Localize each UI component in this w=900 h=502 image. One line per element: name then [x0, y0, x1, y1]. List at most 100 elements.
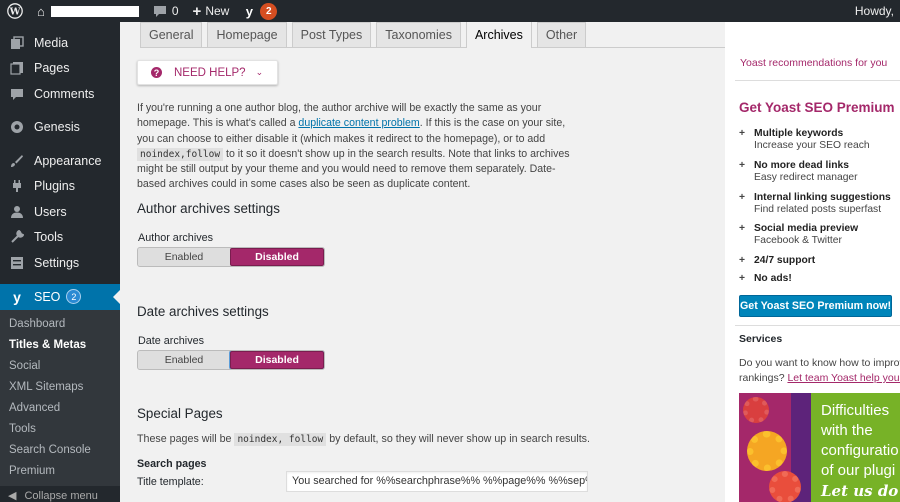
banner-cta: Let us do i [821, 482, 900, 500]
date-archives-heading: Date archives settings [137, 304, 269, 319]
submenu-dashboard[interactable]: Dashboard [0, 314, 120, 335]
team-yoast-link[interactable]: Let team Yoast help you! [787, 372, 900, 384]
tab-other[interactable]: Other [536, 22, 587, 47]
tab-homepage[interactable]: Homepage [207, 22, 287, 47]
tab-archives[interactable]: Archives [465, 22, 532, 48]
services-text-2: rankings? [739, 372, 788, 384]
feature-sub: Increase your SEO reach [754, 140, 870, 151]
tools-icon [8, 228, 26, 246]
sidebar-item-tools[interactable]: Tools [0, 225, 120, 251]
author-archives-heading: Author archives settings [137, 201, 280, 216]
settings-tabs: General Homepage Post Types Taxonomies A… [140, 22, 725, 48]
sidebar-item-comments[interactable]: Comments [0, 81, 120, 107]
get-premium-button[interactable]: Get Yoast SEO Premium now! [739, 295, 892, 317]
comments-count: 0 [171, 4, 179, 18]
users-icon [8, 203, 26, 221]
date-archives-label: Date archives [138, 335, 205, 347]
author-archives-enabled[interactable]: Enabled [138, 248, 230, 266]
author-archives-label: Author archives [138, 232, 214, 244]
author-archives-toggle: Enabled Disabled [137, 247, 325, 267]
pages-icon [8, 59, 26, 77]
submenu-advanced[interactable]: Advanced [0, 398, 120, 419]
yoast-adminbar-menu[interactable]: y 2 [236, 0, 283, 22]
submenu-premium[interactable]: Premium [0, 461, 120, 482]
banner-line: Difficulties [821, 402, 890, 419]
comments-link[interactable]: 0 [146, 0, 186, 22]
svg-text:W: W [9, 7, 21, 18]
sidebar-item-seo[interactable]: y SEO 2 [0, 283, 120, 310]
settings-icon [8, 254, 26, 272]
wordpress-logo-icon[interactable]: W [0, 0, 30, 22]
feature-item: + Social media preview Facebook & Twitter [739, 223, 858, 246]
sidebar-item-label: Plugins [34, 179, 75, 194]
yoast-sidebar: Yoast recommendations for you Get Yoast … [725, 22, 900, 502]
feature-item: + Internal linking suggestions Find relate… [739, 192, 891, 215]
sidebar-item-appearance[interactable]: Appearance [0, 148, 120, 174]
yoast-logo-icon: y [245, 3, 253, 19]
submenu-tools[interactable]: Tools [0, 419, 120, 440]
need-help-button[interactable]: ? NEED HELP? ⌄ [137, 60, 278, 85]
feature-title: No more dead links [754, 160, 849, 171]
feature-item: + No ads! [739, 273, 792, 284]
services-text: Do you want to know how to improv ranking… [739, 356, 900, 386]
configuration-service-banner[interactable]: Difficulties with the configuratio of ou… [739, 393, 900, 502]
seo-submenu: Dashboard Titles & Metas Social XML Site… [0, 309, 120, 486]
feature-sub: Facebook & Twitter [754, 235, 842, 246]
sidebar-item-pages[interactable]: Pages [0, 56, 120, 82]
duplicate-content-link[interactable]: duplicate content problem [298, 117, 419, 129]
sidebar-item-plugins[interactable]: Plugins [0, 174, 120, 200]
premium-title: Get Yoast SEO Premium [739, 100, 895, 115]
howdy-account-menu[interactable]: Howdy, [848, 0, 900, 22]
chevron-down-icon: ⌄ [255, 67, 264, 77]
banner-text: Difficulties with the configuratio of ou… [821, 401, 900, 501]
sidebar-item-genesis[interactable]: Genesis [0, 115, 120, 141]
banner-line: of our plugi [821, 462, 896, 479]
sidebar-item-settings[interactable]: Settings [0, 250, 120, 276]
site-name-link[interactable]: ⌂ [30, 0, 146, 22]
special-text-2: by default, so they will never show up i… [326, 433, 590, 445]
services-heading: Services [739, 333, 783, 345]
tab-post-types[interactable]: Post Types [291, 22, 372, 47]
sidebar-item-label: Settings [34, 255, 80, 270]
home-icon: ⌂ [37, 3, 45, 19]
divider [735, 325, 900, 326]
new-content-link[interactable]: + New [186, 0, 237, 22]
banner-line: configuratio [821, 442, 899, 459]
archives-intro-text: If you're running a one author blog, the… [137, 101, 584, 193]
date-archives-disabled[interactable]: Disabled [230, 351, 324, 369]
feature-title: Multiple keywords [754, 128, 844, 139]
plus-icon: + [739, 223, 746, 234]
feature-title: Social media preview [754, 223, 859, 234]
redacted-site-name [50, 5, 139, 17]
submenu-social[interactable]: Social [0, 356, 120, 377]
tab-taxonomies[interactable]: Taxonomies [376, 22, 461, 47]
feature-title: No ads! [754, 273, 792, 284]
submenu-xml-sitemaps[interactable]: XML Sitemaps [0, 377, 120, 398]
banner-line: with the [821, 422, 873, 439]
date-archives-enabled[interactable]: Enabled [138, 351, 230, 369]
submenu-titles-metas[interactable]: Titles & Metas [0, 335, 120, 356]
plus-icon: + [739, 192, 746, 203]
title-template-label: Title template: [137, 476, 204, 488]
yoast-notification-badge: 2 [260, 2, 278, 20]
special-pages-heading: Special Pages [137, 406, 223, 421]
seo-notification-badge: 2 [66, 289, 82, 304]
author-archives-disabled[interactable]: Disabled [230, 248, 324, 266]
sidebar-item-users[interactable]: Users [0, 199, 120, 225]
collapse-label: Collapse menu [24, 489, 98, 502]
date-archives-toggle: Enabled Disabled [137, 350, 325, 370]
search-title-template-input[interactable]: You searched for %%searchphrase%% %%page… [286, 471, 588, 492]
question-icon: ? [151, 67, 162, 78]
feature-sub: Find related posts superfast [754, 204, 882, 215]
search-pages-label: Search pages [137, 458, 207, 470]
sidebar-item-label: Genesis [34, 120, 80, 135]
plus-icon: + [739, 160, 746, 171]
sidebar-item-media[interactable]: Media [0, 30, 120, 56]
genesis-icon [8, 118, 26, 136]
sidebar-item-label: SEO [34, 289, 61, 304]
submenu-search-console[interactable]: Search Console [0, 440, 120, 461]
admin-bar: W ⌂ 0 + New y 2 Howdy, [0, 0, 900, 22]
tab-general[interactable]: General [140, 22, 203, 47]
new-label: New [205, 4, 230, 18]
collapse-menu-button[interactable]: ◀ Collapse menu [0, 486, 120, 502]
